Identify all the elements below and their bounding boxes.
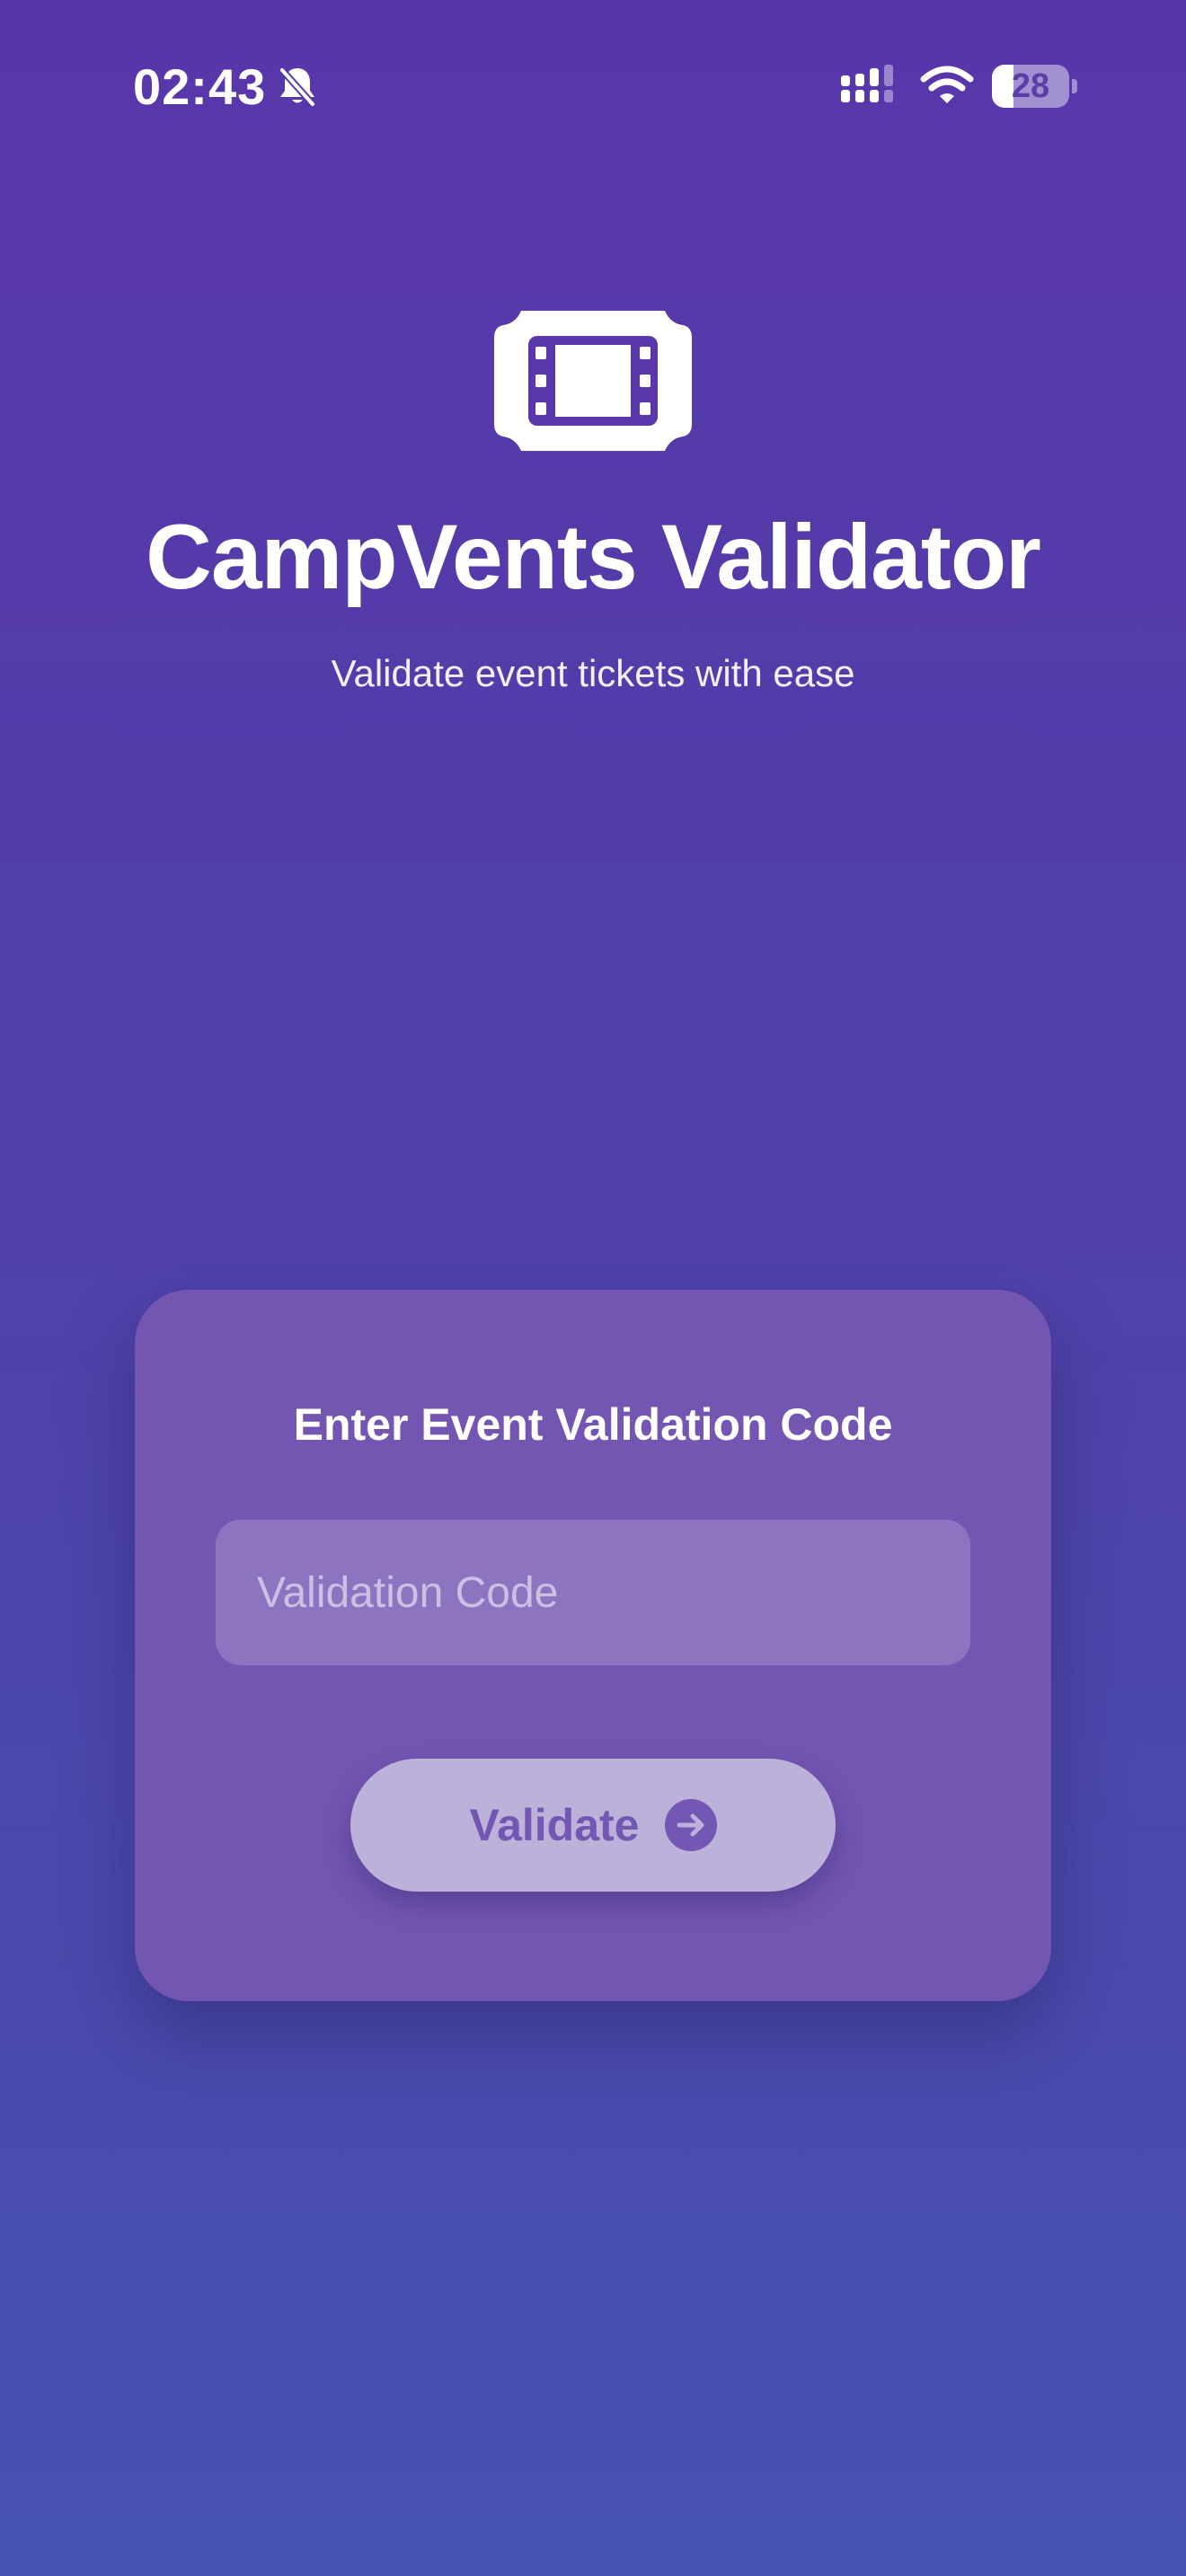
app-title: CampVents Validator (146, 506, 1041, 608)
status-time: 02:43 (133, 58, 267, 115)
validation-card: Enter Event Validation Code Validate (135, 1290, 1051, 2001)
status-bar: 02:43 28 (0, 0, 1186, 171)
arrow-right-circle-icon (664, 1799, 717, 1851)
battery-level: 28 (1011, 67, 1050, 105)
film-ticket-icon (494, 311, 692, 451)
validate-button[interactable]: Validate (350, 1759, 836, 1892)
bell-slash-icon (279, 66, 316, 108)
wifi-icon (920, 66, 974, 103)
card-title: Enter Event Validation Code (293, 1399, 893, 1450)
battery-icon: 28 (992, 65, 1078, 108)
validate-button-label: Validate (469, 1800, 640, 1850)
battery-tip (1072, 79, 1077, 93)
validation-code-input[interactable] (216, 1520, 970, 1665)
cellular-signal-icon (841, 65, 893, 102)
app-subtitle: Validate event tickets with ease (331, 652, 855, 694)
